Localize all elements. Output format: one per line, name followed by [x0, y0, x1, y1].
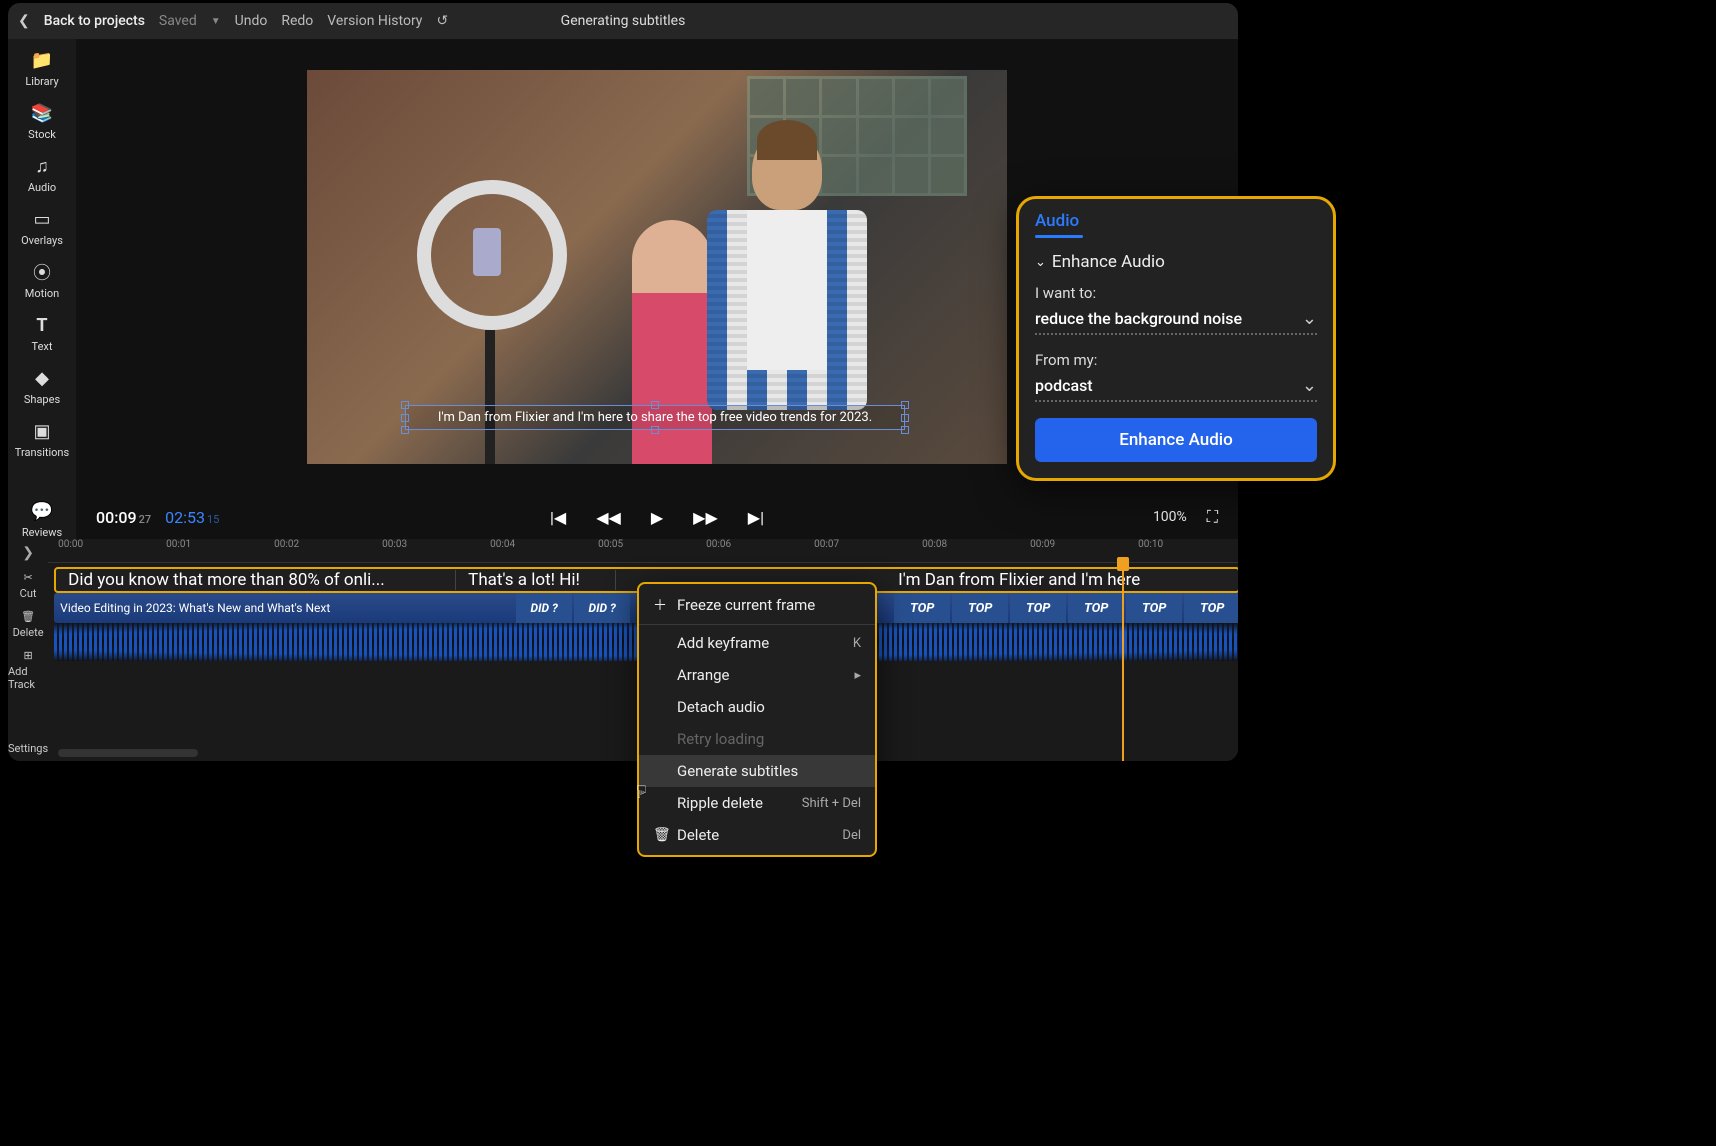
sidebar-label: Overlays: [21, 234, 63, 247]
chat-icon: 💬: [31, 500, 53, 522]
sidebar-item-transitions[interactable]: ▣ Transitions: [15, 420, 69, 459]
timeline: ❯ ✂ Cut 🗑 Delete ⊞ Add Track Settings 00…: [8, 539, 1238, 761]
sidebar-label: Text: [32, 340, 53, 353]
sidebar-label: Audio: [28, 181, 56, 194]
cursor-icon: ☟: [636, 782, 647, 803]
context-menu: ＋ Freeze current frame Add keyframe K Ar…: [637, 582, 877, 857]
sidebar-label: Transitions: [15, 446, 69, 459]
chevron-down-icon: ⌄: [1302, 375, 1317, 396]
from-my-label: From my:: [1035, 351, 1317, 369]
ctx-retry-loading: Retry loading: [639, 723, 875, 755]
playhead[interactable]: [1122, 563, 1124, 761]
undo-button[interactable]: Undo: [235, 13, 268, 29]
ring-stand: [485, 330, 495, 464]
expand-icon[interactable]: ❯: [22, 545, 34, 561]
add-track-label: Add Track: [8, 665, 48, 691]
scissors-icon: ✂: [23, 571, 32, 584]
generating-status: Generating subtitles: [561, 13, 686, 29]
sidebar-item-stock[interactable]: 📚 Stock: [28, 102, 56, 141]
skip-start-icon[interactable]: |◀: [550, 508, 566, 527]
want-to-select[interactable]: reduce the background noise ⌄: [1035, 308, 1317, 335]
saved-status: Saved: [159, 13, 197, 29]
text-icon: T: [31, 314, 53, 336]
fullscreen-icon[interactable]: ⛶: [1207, 507, 1218, 527]
phone: [473, 228, 501, 276]
cut-label: Cut: [20, 587, 37, 600]
version-history[interactable]: Version History: [327, 13, 422, 29]
books-icon: 📚: [31, 102, 53, 124]
ctx-delete[interactable]: 🗑 Delete Del: [639, 819, 875, 851]
subtitle-segment[interactable]: That's a lot! Hi!: [456, 570, 616, 590]
add-track-tool[interactable]: ⊞ Add Track: [8, 649, 48, 691]
chevron-down-icon: ⌄: [1035, 255, 1046, 270]
sidebar-label: Library: [25, 75, 58, 88]
audio-tab[interactable]: Audio: [1035, 211, 1317, 235]
sidebar-label: Stock: [28, 128, 56, 141]
delete-tool[interactable]: 🗑 Delete: [13, 610, 44, 639]
chevron-left-icon[interactable]: ❮: [18, 13, 30, 29]
ctx-freeze-frame[interactable]: ＋ Freeze current frame: [639, 588, 875, 622]
want-to-label: I want to:: [1035, 284, 1317, 302]
rewind-icon[interactable]: ◀◀: [596, 508, 621, 527]
history-icon[interactable]: ↺: [436, 13, 448, 29]
settings-link[interactable]: Settings: [8, 742, 48, 761]
sidebar-item-overlays[interactable]: ▭ Overlays: [21, 208, 63, 247]
zoom-level[interactable]: 100%: [1153, 509, 1187, 525]
subtitle-overlay[interactable]: I'm Dan from Flixier and I'm here to sha…: [405, 405, 905, 430]
chevron-right-icon: ▸: [854, 668, 861, 683]
trash-icon: 🗑: [21, 610, 35, 623]
subtitle-segment[interactable]: Did you know that more than 80% of onli.…: [56, 570, 456, 590]
ctx-detach-audio[interactable]: Detach audio: [639, 691, 875, 723]
h-scrollbar[interactable]: [58, 749, 198, 757]
cut-tool[interactable]: ✂ Cut: [20, 571, 37, 600]
plus-track-icon: ⊞: [23, 649, 32, 662]
enhance-audio-button[interactable]: Enhance Audio: [1035, 418, 1317, 462]
clip-title: Video Editing in 2023: What's New and Wh…: [60, 601, 330, 615]
from-my-select[interactable]: podcast ⌄: [1035, 375, 1317, 402]
time-ruler[interactable]: 00:0000:0100:0200:0300:0400:0500:0600:07…: [48, 539, 1238, 563]
playback-controls: 00:0927 02:5315 |◀ ◀◀ ▶ ▶▶ ▶| 100% ⛶: [76, 495, 1238, 539]
trash-icon: 🗑: [653, 827, 671, 843]
left-sidebar: 📁 Library 📚 Stock ♫ Audio ▭ Overlays ⦿ M…: [8, 39, 76, 539]
audio-panel: Audio ⌄ Enhance Audio I want to: reduce …: [1016, 196, 1336, 481]
music-icon: ♫: [31, 155, 53, 177]
folder-icon: 📁: [31, 49, 53, 71]
topbar: ❮ Back to projects Saved ▼ Undo Redo Ver…: [8, 3, 1238, 39]
sidebar-label: Motion: [25, 287, 60, 300]
sidebar-item-motion[interactable]: ⦿ Motion: [25, 261, 60, 300]
sidebar-item-audio[interactable]: ♫ Audio: [28, 155, 56, 194]
plus-icon: ＋: [653, 595, 671, 615]
subtitle-segment[interactable]: I'm Dan from Flixier and I'm here: [886, 570, 1238, 590]
sidebar-label: Shapes: [24, 393, 60, 406]
play-icon[interactable]: ▶: [651, 508, 663, 527]
enhance-audio-section[interactable]: ⌄ Enhance Audio: [1035, 252, 1317, 272]
skip-end-icon[interactable]: ▶|: [748, 508, 764, 527]
ctx-generate-subtitles[interactable]: Generate subtitles: [639, 755, 875, 787]
ctx-ripple-delete[interactable]: Ripple delete Shift + Del: [639, 787, 875, 819]
saved-dropdown-icon[interactable]: ▼: [211, 16, 221, 27]
ctx-add-keyframe[interactable]: Add keyframe K: [639, 627, 875, 659]
transitions-icon: ▣: [31, 420, 53, 442]
sidebar-item-shapes[interactable]: ◆ Shapes: [24, 367, 60, 406]
sidebar-item-reviews[interactable]: 💬 Reviews: [22, 500, 62, 539]
sidebar-item-library[interactable]: 📁 Library: [25, 49, 58, 88]
shapes-icon: ◆: [31, 367, 53, 389]
ctx-arrange[interactable]: Arrange ▸: [639, 659, 875, 691]
sidebar-label: Reviews: [22, 526, 62, 539]
video-frame[interactable]: I'm Dan from Flixier and I'm here to sha…: [307, 70, 1007, 464]
delete-label: Delete: [13, 626, 44, 639]
sidebar-item-text[interactable]: T Text: [31, 314, 53, 353]
total-time: 02:5315: [165, 508, 219, 527]
current-time: 00:0927: [96, 508, 151, 527]
motion-icon: ⦿: [31, 261, 53, 283]
chevron-down-icon: ⌄: [1302, 308, 1317, 329]
redo-button[interactable]: Redo: [281, 13, 313, 29]
subtitle-text: I'm Dan from Flixier and I'm here to sha…: [438, 410, 872, 425]
back-to-projects[interactable]: Back to projects: [44, 13, 145, 29]
forward-icon[interactable]: ▶▶: [693, 508, 718, 527]
overlay-icon: ▭: [31, 208, 53, 230]
timeline-tools: ❯ ✂ Cut 🗑 Delete ⊞ Add Track Settings: [8, 539, 48, 761]
